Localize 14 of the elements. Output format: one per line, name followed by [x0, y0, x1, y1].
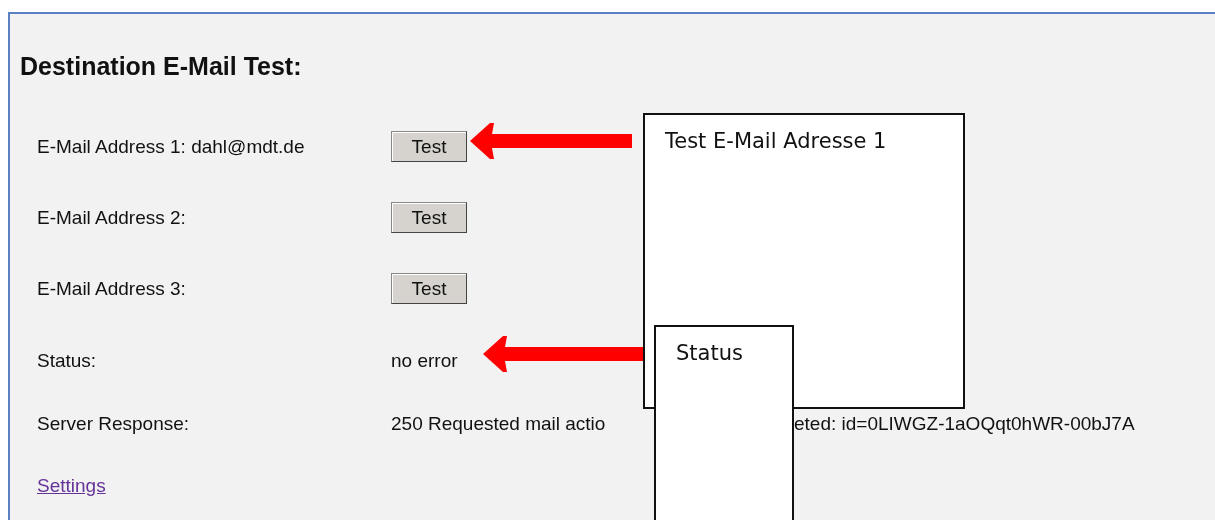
- page-heading: Destination E-Mail Test:: [20, 52, 303, 81]
- callout-box: Status: [654, 325, 794, 520]
- status-value: no error: [391, 350, 458, 372]
- test-button[interactable]: Test: [391, 273, 467, 304]
- server-response-text: 250 Requested mail actio: [391, 413, 606, 435]
- field-label: Status:: [37, 350, 97, 372]
- test-button[interactable]: Test: [391, 131, 467, 162]
- server-response-text: eted: id=0LIWGZ-1aOQqt0hWR-00bJ7A: [794, 413, 1135, 435]
- settings-link[interactable]: Settings: [20, 475, 106, 496]
- field-label: E-Mail Address 2:: [37, 206, 186, 229]
- test-button[interactable]: Test: [391, 202, 467, 233]
- field-label: E-Mail Address 3:: [37, 277, 186, 300]
- field-label: Server Response:: [37, 413, 190, 435]
- field-label: E-Mail Address 1: dahl@mdt.de: [37, 135, 305, 158]
